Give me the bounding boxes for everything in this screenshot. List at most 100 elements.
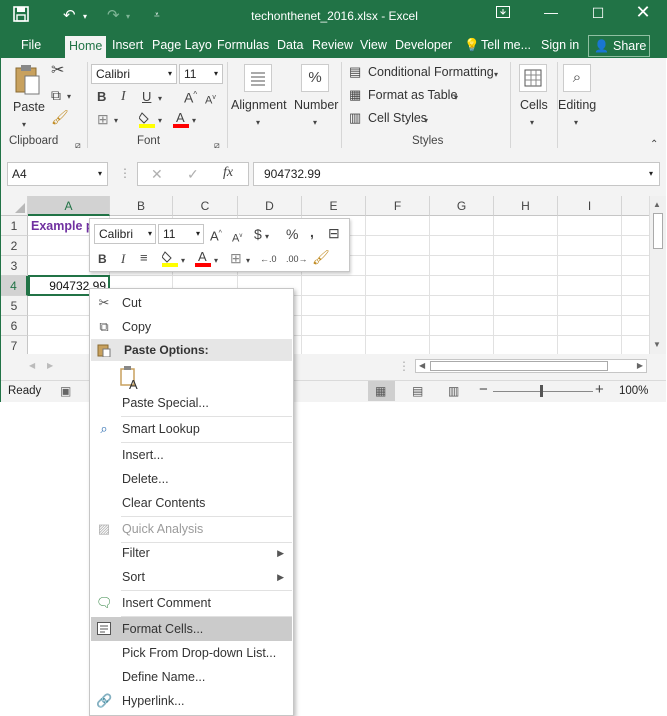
macro-record-icon[interactable]: ▣ (60, 384, 71, 398)
row-header-1[interactable]: 1 (1, 216, 28, 236)
menu-item-define-name[interactable]: Define Name... (91, 665, 292, 689)
decrease-font-icon[interactable]: Av (205, 91, 216, 108)
scroll-left-icon[interactable]: ◀ (419, 361, 425, 370)
fill-color-dropdown-icon[interactable]: ▾ (181, 254, 185, 268)
select-all-corner[interactable] (1, 196, 28, 216)
tab-insert[interactable]: Insert (112, 38, 143, 52)
cell-styles-button[interactable]: Cell Styles (368, 111, 427, 125)
decrease-font-icon[interactable]: Av (232, 229, 242, 246)
accounting-dropdown-icon[interactable]: ▾ (265, 230, 269, 244)
insert-function-icon[interactable]: fx (223, 166, 233, 180)
tab-developer[interactable]: Developer (395, 38, 452, 52)
format-as-table-icon[interactable]: ▦ (349, 88, 361, 102)
search-icon[interactable]: ⌕ (563, 64, 591, 92)
normal-view-button[interactable]: ▦ (368, 381, 395, 401)
menu-item-filter[interactable]: Filter ▶ (91, 541, 292, 565)
fill-color-icon[interactable] (161, 249, 178, 269)
menu-item-clear-contents[interactable]: Clear Contents (91, 491, 292, 515)
format-as-table-button[interactable]: Format as Table (368, 88, 457, 102)
formula-input[interactable]: 904732.99 ▾ (253, 162, 660, 186)
paste-dropdown-icon[interactable]: ▾ (22, 118, 26, 132)
paste-icon[interactable] (13, 64, 41, 96)
menu-item-paste-special[interactable]: Paste Special... (91, 391, 292, 415)
ribbon-display-icon[interactable] (488, 6, 518, 21)
tab-data[interactable]: Data (277, 38, 303, 52)
maximize-icon[interactable]: ☐ (583, 5, 613, 22)
tab-formulas[interactable]: Formulas (217, 38, 269, 52)
chevron-down-icon[interactable]: ▾ (454, 91, 458, 105)
menu-item-hyperlink[interactable]: 🔗 Hyperlink... (91, 689, 292, 713)
accounting-format-icon[interactable]: $ (254, 227, 262, 241)
borders-dropdown-icon[interactable]: ▾ (114, 114, 118, 128)
column-header-g[interactable]: G (430, 196, 494, 216)
cells-icon[interactable] (519, 64, 547, 92)
column-header-c[interactable]: C (173, 196, 238, 216)
number-dropdown-icon[interactable]: ▾ (313, 116, 317, 130)
menu-item-delete[interactable]: Delete... (91, 467, 292, 491)
paste-label[interactable]: Paste (13, 100, 45, 114)
copy-icon[interactable]: ⧉ (51, 88, 61, 102)
tell-me-search[interactable]: Tell me... (481, 38, 531, 52)
minimize-icon[interactable]: — (536, 4, 566, 20)
cell-styles-icon[interactable]: ▥ (349, 111, 361, 125)
vertical-scrollbar[interactable]: ▲ ▼ (649, 196, 666, 354)
number-button[interactable]: Number (294, 98, 338, 112)
zoom-out-icon[interactable]: − (479, 381, 488, 398)
column-header-e[interactable]: E (302, 196, 366, 216)
scroll-thumb[interactable] (653, 213, 663, 249)
tab-home[interactable]: Home (65, 36, 107, 58)
menu-item-format-cells[interactable]: Format Cells... (91, 617, 292, 641)
conditional-formatting-button[interactable]: Conditional Formatting (368, 65, 494, 79)
font-color-icon[interactable]: A (173, 110, 189, 130)
sheet-prev-icon[interactable]: ◀ (29, 361, 35, 370)
column-header-i[interactable]: I (558, 196, 622, 216)
zoom-in-icon[interactable]: + (595, 381, 604, 398)
cell-a1[interactable]: Example p (31, 219, 94, 233)
font-color-icon[interactable]: A (195, 249, 211, 269)
conditional-formatting-icon[interactable]: ▤ (349, 65, 361, 79)
alignment-dropdown-icon[interactable]: ▾ (256, 116, 260, 130)
sign-in-link[interactable]: Sign in (541, 38, 579, 52)
close-icon[interactable]: ✕ (628, 2, 658, 23)
collapse-ribbon-icon[interactable]: ⌃ (650, 138, 658, 152)
font-color-dropdown-icon[interactable]: ▾ (192, 114, 196, 128)
clipboard-launcher-icon[interactable]: ⧄ (75, 138, 81, 152)
italic-icon[interactable]: I (121, 90, 126, 104)
cells-button[interactable]: Cells (520, 98, 548, 112)
paste-keep-formatting-button[interactable]: A (120, 365, 142, 392)
mini-font-size-box[interactable]: 11 ▾ (158, 224, 204, 244)
chevron-down-icon[interactable]: ▾ (424, 114, 428, 128)
menu-item-pick-from-list[interactable]: Pick From Drop-down List... (91, 641, 292, 665)
column-header-a[interactable]: A (28, 196, 110, 216)
format-painter-icon[interactable]: 🖌 (312, 250, 330, 264)
number-icon[interactable]: % (301, 64, 329, 92)
format-table-icon[interactable]: ⊟ (328, 226, 340, 240)
menu-item-smart-lookup[interactable]: ⌕ Smart Lookup (91, 417, 292, 441)
alignment-icon[interactable] (244, 64, 272, 92)
font-name-box[interactable]: Calibri ▾ (91, 64, 177, 84)
decrease-decimal-icon[interactable]: .00→ (286, 252, 308, 266)
increase-font-icon[interactable]: A^ (184, 88, 197, 105)
tab-page-layout[interactable]: Page Layo (152, 38, 212, 52)
row-header-7[interactable]: 7 (1, 336, 28, 354)
tab-file[interactable]: File (21, 38, 41, 52)
page-layout-view-icon[interactable]: ▤ (412, 384, 423, 398)
cells-dropdown-icon[interactable]: ▾ (530, 116, 534, 130)
row-header-6[interactable]: 6 (1, 316, 28, 336)
cut-icon[interactable]: ✂ (51, 63, 64, 79)
borders-dropdown-icon[interactable]: ▾ (246, 254, 250, 268)
increase-font-icon[interactable]: A^ (210, 227, 222, 243)
menu-item-insert[interactable]: Insert... (91, 443, 292, 467)
menu-item-copy[interactable]: ⧉ Copy (91, 315, 292, 339)
column-header-f[interactable]: F (366, 196, 430, 216)
column-header-d[interactable]: D (238, 196, 302, 216)
tab-view[interactable]: View (360, 38, 387, 52)
column-header-h[interactable]: H (494, 196, 558, 216)
font-size-box[interactable]: 11 ▾ (179, 64, 223, 84)
percent-style-icon[interactable]: % (286, 227, 298, 241)
zoom-slider-thumb[interactable] (540, 385, 543, 397)
chevron-down-icon[interactable]: ▾ (494, 68, 498, 82)
menu-item-insert-comment[interactable]: 🗨 Insert Comment (91, 591, 292, 615)
row-header-5[interactable]: 5 (1, 296, 28, 316)
copy-dropdown-icon[interactable]: ▾ (67, 90, 71, 104)
